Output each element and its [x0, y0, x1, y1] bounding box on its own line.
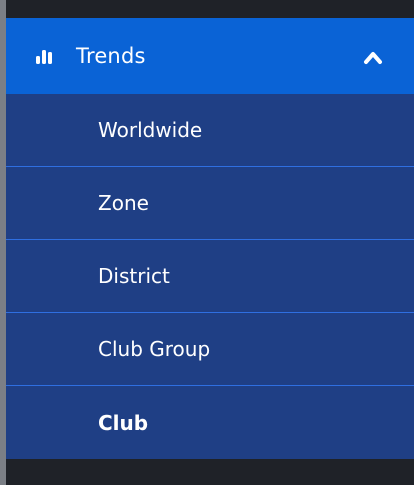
sidebar-menu: Trends Worldwide Zone District Club Grou…	[6, 18, 414, 459]
trends-section-label: Trends	[76, 44, 146, 68]
submenu-item-club[interactable]: Club	[6, 386, 414, 459]
bottom-dark-bar	[6, 464, 414, 485]
submenu-item-label: Worldwide	[98, 118, 203, 142]
submenu-item-worldwide[interactable]: Worldwide	[6, 94, 414, 167]
submenu-item-label: Zone	[98, 191, 149, 215]
trends-section-header[interactable]: Trends	[6, 18, 414, 94]
bar-chart-icon	[34, 46, 54, 66]
chevron-up-icon[interactable]	[363, 49, 383, 65]
trends-submenu: Worldwide Zone District Club Group Club	[6, 94, 414, 459]
submenu-item-label: Club Group	[98, 337, 211, 361]
top-dark-bar	[6, 0, 414, 18]
submenu-item-zone[interactable]: Zone	[6, 167, 414, 240]
submenu-item-club-group[interactable]: Club Group	[6, 313, 414, 386]
submenu-item-district[interactable]: District	[6, 240, 414, 313]
submenu-item-label: District	[98, 264, 170, 288]
submenu-item-label: Club	[98, 410, 149, 435]
